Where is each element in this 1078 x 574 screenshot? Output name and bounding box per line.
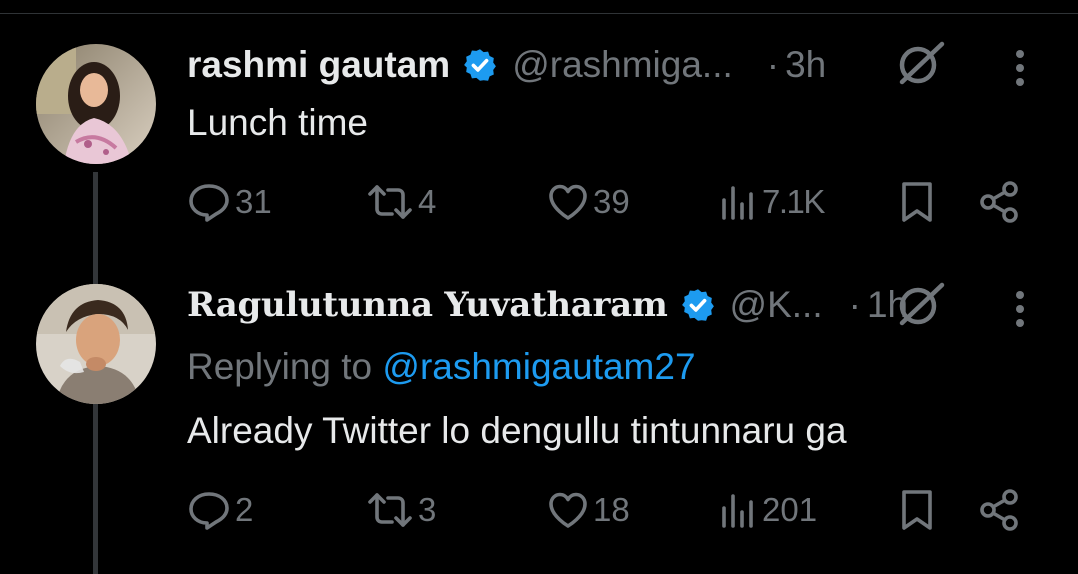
tweet-header: Ragulutunna Yuvatharam @K... · 1h [187,283,908,327]
like-icon [549,184,587,220]
tweet-header: rashmi gautam @rashmiga... · 3h [187,43,826,87]
more-icon[interactable] [1014,48,1026,88]
tweet-text: Lunch time [187,102,368,143]
views-button[interactable]: 201 [718,490,817,530]
reply-count: 2 [235,491,254,528]
grok-icon[interactable] [896,281,946,327]
separator-dot: · [848,284,861,325]
avatar[interactable] [36,44,156,164]
retweet-icon [368,185,412,219]
retweet-button[interactable]: 4 [366,182,436,222]
views-count: 7.1K [762,183,825,220]
verified-badge-icon [681,289,714,321]
like-icon [549,492,587,528]
views-icon [722,186,753,220]
retweet-icon [368,493,412,527]
replying-to: Replying to @rashmigautam27 [187,346,696,388]
bookmark-icon[interactable] [897,488,937,532]
timestamp[interactable]: 3h [785,44,826,86]
top-divider [0,13,1078,14]
like-count: 18 [593,491,630,528]
reply-button[interactable]: 31 [187,182,272,222]
retweet-button[interactable]: 3 [366,490,436,530]
separator-dot: · [766,44,780,85]
views-icon [722,494,753,528]
bookmark-icon[interactable] [897,180,937,224]
like-count: 39 [593,183,630,220]
reply-icon [189,184,229,222]
avatar[interactable] [36,284,156,404]
share-icon[interactable] [978,180,1022,224]
replying-to-mention[interactable]: @rashmigautam27 [382,346,695,387]
display-name[interactable]: Ragulutunna Yuvatharam [187,285,668,325]
reply-button[interactable]: 2 [187,490,253,530]
views-count: 201 [762,491,818,528]
share-icon[interactable] [978,488,1022,532]
reply-icon [189,492,229,530]
like-button[interactable]: 39 [547,182,630,222]
user-handle[interactable]: @rashmiga... [512,44,733,86]
like-button[interactable]: 18 [547,490,630,530]
verified-badge-icon [464,49,497,81]
views-button[interactable]: 7.1K [718,182,825,222]
replying-to-label: Replying to [187,346,383,387]
retweet-count: 3 [418,491,437,528]
user-handle[interactable]: @K... [730,284,823,326]
display-name[interactable]: rashmi gautam [187,44,450,86]
tweet-text: Already Twitter lo dengullu tintunnaru g… [187,410,847,451]
grok-icon[interactable] [896,40,946,86]
retweet-count: 4 [418,183,437,220]
reply-count: 31 [235,183,272,220]
more-icon[interactable] [1014,289,1026,329]
